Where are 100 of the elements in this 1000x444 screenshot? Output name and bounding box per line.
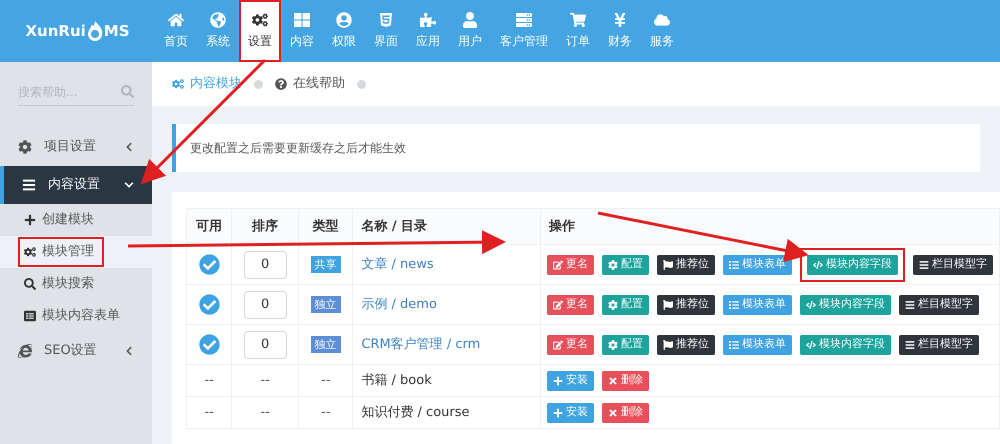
flag-icon [662,300,673,310]
action-button[interactable]: 模块表单 [722,254,792,274]
flame-c-icon [86,20,104,42]
nav-tab[interactable]: 首页 [155,0,197,62]
nav-tab[interactable]: 用户 [449,0,491,62]
action-button[interactable]: 删除 [602,370,649,390]
help-icon [275,78,287,90]
search-icon [24,278,36,290]
nav-tab[interactable]: 权限 [323,0,365,62]
code-icon [812,260,823,270]
cart-icon [570,12,586,28]
action-button[interactable]: 安装 [546,402,594,422]
table-cell: -- [321,404,330,420]
type-badge: 共享 [310,256,341,273]
list-icon [728,340,739,350]
submenu-item[interactable]: 创建模块 [18,205,104,235]
search-icon [121,85,134,98]
list-icon [24,310,36,322]
flag-icon [662,260,673,270]
table-cell: 书籍 / book [361,372,432,388]
nav-tab[interactable]: 财务 [599,0,641,62]
gear-icon [18,140,32,154]
gear-icon [608,340,618,350]
menu-icon [904,300,915,310]
flag-icon [662,340,673,350]
chevron-left-icon [124,142,134,152]
action-button[interactable]: 更名 [546,254,594,274]
column-header: 类型 [298,208,353,244]
module-link[interactable]: 文章 / news [361,256,434,272]
order-field[interactable]: 0 [244,250,287,278]
action-button[interactable]: 模块内容字段 [800,334,891,354]
user-icon [462,12,478,28]
action-button[interactable]: 配置 [602,294,649,314]
action-button[interactable]: 配置 [602,334,649,354]
cloud-icon [654,12,670,28]
gear-icon [608,260,618,270]
action-button[interactable]: 推荐位 [656,334,715,354]
submenu-item[interactable]: 模块内容表单 [18,301,130,331]
nav-tab[interactable]: 界面 [365,0,407,62]
menu-icon [904,340,915,350]
plus-icon [552,408,563,418]
type-badge: 独立 [310,296,341,313]
nav-tab[interactable]: 系统 [197,0,239,62]
nav-tab[interactable]: 订单 [557,0,599,62]
action-button[interactable]: 模块表单 [722,294,792,314]
module-link[interactable]: 示例 / demo [361,296,437,312]
table-cell: -- [204,372,214,388]
close-icon [608,408,618,418]
menu-icon [22,178,36,192]
check-icon[interactable] [198,294,220,315]
action-button[interactable]: 推荐位 [656,254,715,274]
list-icon [728,260,739,270]
action-button[interactable]: 栏目模型字 [898,294,979,314]
table-cell: 知识付费 / course [361,404,470,420]
chevron-down-icon [124,180,134,190]
plus-icon [552,376,563,386]
action-button[interactable]: 模块内容字段 [806,254,898,274]
table-cell: -- [204,404,214,420]
order-field[interactable]: 0 [244,330,287,358]
sidebar-item[interactable]: 内容设置 [0,166,152,204]
globe-icon [210,12,226,28]
check-icon[interactable] [198,254,220,275]
action-button[interactable]: 栏目模型字 [898,334,979,354]
action-button[interactable]: 安装 [546,370,594,390]
submenu-item[interactable]: 模块搜索 [18,269,104,299]
action-button[interactable]: 推荐位 [656,294,715,314]
action-button[interactable]: 更名 [546,334,594,354]
column-header: 排序 [232,208,298,244]
puzzle-icon [420,12,436,28]
action-button[interactable]: 删除 [602,402,649,422]
yen-icon [612,12,628,28]
grid-icon [294,12,310,28]
sidebar-item[interactable]: 项目设置 [0,128,152,166]
close-icon [608,376,618,386]
edit-icon [552,260,563,270]
edit-icon [552,340,563,350]
breadcrumb-link[interactable]: 在线帮助 [275,74,345,94]
logo: XunRui MS [25,20,130,42]
notice-text: 更改配置之后需要更新缓存之后才能生效 [190,140,406,157]
nav-tab[interactable]: 客户管理 [491,0,557,62]
action-button[interactable]: 模块表单 [722,334,792,354]
nav-tab[interactable]: 内容 [281,0,323,62]
check-icon[interactable] [198,334,220,355]
action-button[interactable]: 更名 [546,294,594,314]
nav-tab[interactable]: 应用 [407,0,449,62]
gears-icon [24,246,36,258]
action-button[interactable]: 配置 [602,254,649,274]
sidebar-item[interactable]: SEO设置 [0,332,152,370]
action-button[interactable]: 栏目模型字 [912,254,993,274]
nav-tab[interactable]: 设置 [239,0,281,62]
gear-icon [608,300,618,310]
column-header: 操作 [540,208,1000,244]
type-badge: 独立 [310,336,341,353]
home-icon [168,12,184,28]
server-icon [516,12,532,28]
order-field[interactable]: 0 [244,290,287,318]
browser-e-icon [18,344,32,358]
nav-tab[interactable]: 服务 [641,0,683,62]
list-icon [728,300,739,310]
action-button[interactable]: 模块内容字段 [800,294,891,314]
